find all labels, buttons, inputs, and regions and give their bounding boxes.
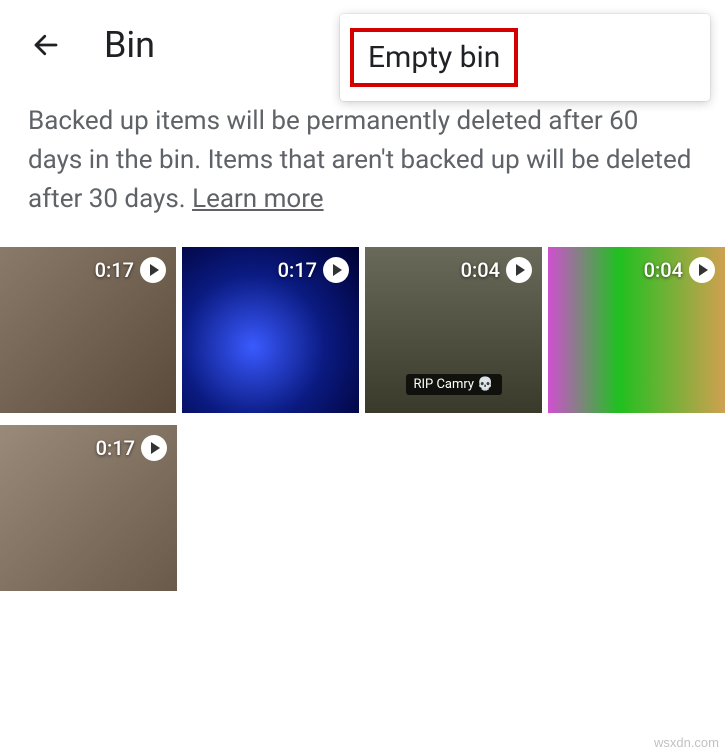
header-bar: Bin Empty bin — [0, 0, 727, 90]
menu-item-empty-bin[interactable]: Empty bin — [340, 26, 710, 89]
overflow-menu-popup: Empty bin — [340, 14, 710, 101]
play-icon — [323, 257, 349, 283]
video-overlay: 0:17 — [96, 435, 167, 461]
menu-item-label: Empty bin — [368, 40, 500, 75]
info-text-body: Backed up items will be permanently dele… — [28, 106, 691, 214]
info-message: Backed up items will be permanently dele… — [0, 90, 727, 247]
play-icon — [141, 435, 167, 461]
learn-more-link[interactable]: Learn more — [192, 184, 324, 214]
play-icon — [140, 257, 166, 283]
play-icon — [689, 257, 715, 283]
video-thumbnail[interactable]: 0:17 — [0, 247, 176, 413]
video-overlay: 0:04 — [644, 257, 715, 283]
video-overlay: 0:04 — [461, 257, 532, 283]
thumbnail-grid: 0:17 0:17 0:04 RIP Camry 💀 0:04 0:17 — [0, 247, 727, 591]
video-overlay: 0:17 — [278, 257, 349, 283]
video-overlay: 0:17 — [95, 257, 166, 283]
video-duration: 0:17 — [95, 258, 134, 282]
video-duration: 0:04 — [644, 258, 683, 282]
watermark-text: wsxdn.com — [654, 735, 719, 750]
page-title: Bin — [104, 24, 155, 66]
video-duration: 0:04 — [461, 258, 500, 282]
video-duration: 0:17 — [96, 436, 135, 460]
play-icon — [506, 257, 532, 283]
video-duration: 0:17 — [278, 258, 317, 282]
video-thumbnail[interactable]: 0:04 RIP Camry 💀 — [365, 247, 542, 413]
video-thumbnail[interactable]: 0:17 — [0, 425, 177, 591]
video-thumbnail[interactable]: 0:17 — [182, 247, 359, 413]
back-arrow-icon[interactable] — [28, 27, 64, 63]
video-caption: RIP Camry 💀 — [406, 374, 502, 395]
video-thumbnail[interactable]: 0:04 — [548, 247, 725, 413]
